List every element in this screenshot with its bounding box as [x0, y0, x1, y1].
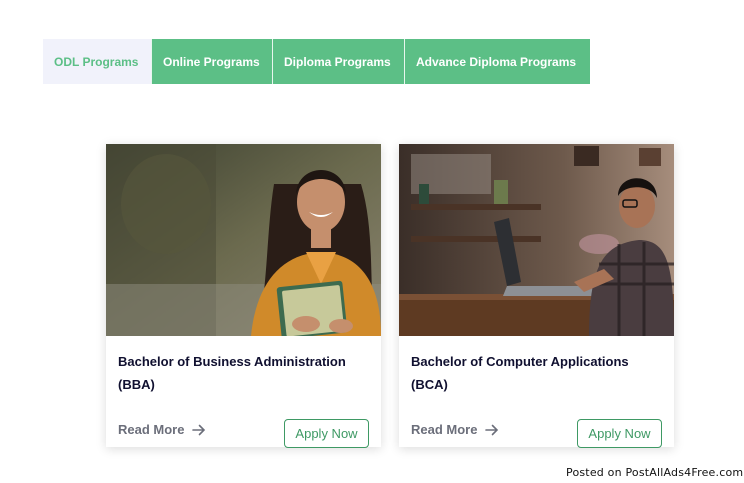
tab-odl-programs[interactable]: ODL Programs	[43, 39, 151, 84]
watermark-text: Posted on PostAllAds4Free.com	[566, 466, 744, 479]
apply-now-button[interactable]: Apply Now	[577, 419, 662, 448]
arrow-right-icon	[192, 424, 206, 435]
student-laptop-photo	[399, 144, 674, 336]
apply-now-button[interactable]: Apply Now	[284, 419, 369, 448]
program-tabs: ODL Programs Online Programs Diploma Pro…	[43, 39, 590, 84]
read-more-label: Read More	[411, 422, 478, 437]
program-title: Bachelor of Computer Applications (BCA)	[411, 354, 629, 392]
arrow-right-icon	[485, 424, 499, 435]
read-more-label: Read More	[118, 422, 185, 437]
tab-online-programs[interactable]: Online Programs	[151, 39, 272, 84]
student-books-photo	[106, 144, 381, 336]
read-more-link[interactable]: Read More	[411, 422, 499, 437]
program-title: Bachelor of Business Administration (BBA…	[118, 354, 346, 392]
program-card-bba: Bachelor of Business Administration (BBA…	[106, 144, 381, 448]
tab-diploma-programs[interactable]: Diploma Programs	[272, 39, 404, 84]
program-card-bca: Bachelor of Computer Applications (BCA) …	[399, 144, 674, 448]
read-more-link[interactable]: Read More	[118, 422, 206, 437]
tab-advance-diploma-programs[interactable]: Advance Diploma Programs	[404, 39, 590, 84]
